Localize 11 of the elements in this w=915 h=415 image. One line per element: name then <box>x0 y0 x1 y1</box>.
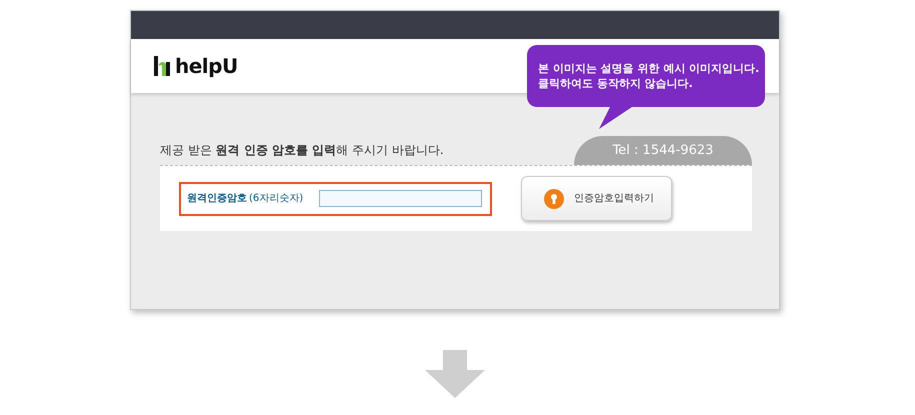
instruction-text: 제공 받은 원격 인증 암호를 입력해 주시기 바랍니다. <box>160 142 444 159</box>
digit-hint: (6자리숫자) <box>249 192 304 206</box>
code-input-field[interactable] <box>319 190 482 207</box>
logo-icon <box>153 56 171 76</box>
callout-text: 본 이미지는 설명을 위한 예시 이미지입니다. <box>538 61 760 76</box>
submit-code-button[interactable]: 인증암호입력하기 <box>521 176 672 221</box>
code-label: 원격인증암호 <box>187 192 247 206</box>
down-arrow-icon <box>425 350 485 398</box>
callout-text: 클릭하여도 동작하지 않습니다. <box>538 76 694 91</box>
keyhole-icon <box>544 188 564 208</box>
logo-text: helpU <box>175 53 238 80</box>
